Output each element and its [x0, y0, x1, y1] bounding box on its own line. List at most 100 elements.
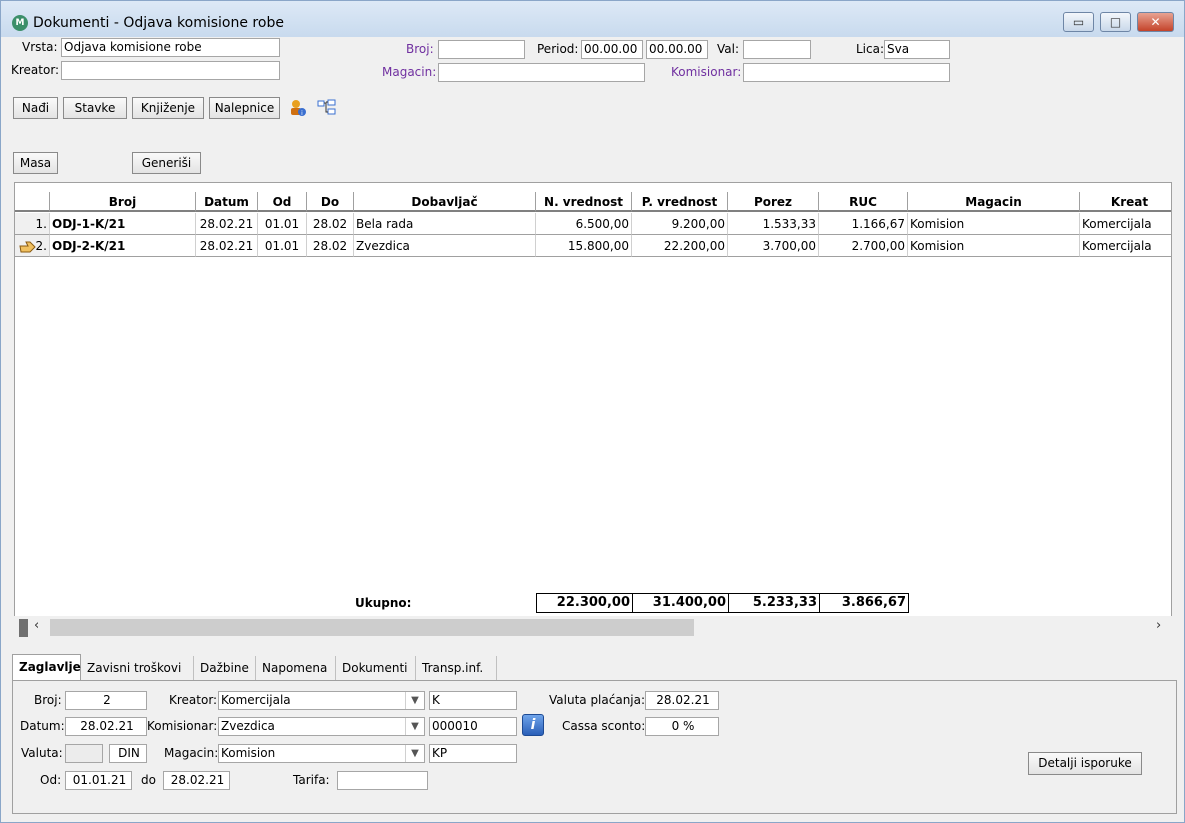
documents-grid: Broj Datum Od Do Dobavljač N. vrednost P…: [14, 182, 1172, 638]
do-label: do: [141, 773, 156, 787]
kreator-filter-field[interactable]: [61, 61, 280, 80]
komisionar-filter-label: Komisionar:: [671, 65, 742, 79]
col-header-broj[interactable]: Broj: [50, 192, 196, 212]
main-window: M Dokumenti - Odjava komisione robe ▭ □ …: [0, 0, 1185, 823]
valuta-field[interactable]: [65, 744, 103, 763]
cell-od: 01.01: [258, 235, 307, 257]
kreator-code-field[interactable]: K: [429, 691, 517, 710]
komisionar-filter-field[interactable]: [743, 63, 950, 82]
total-label: Ukupno:: [355, 596, 412, 610]
scroll-right-icon[interactable]: ›: [1156, 618, 1161, 633]
cell-datum: 28.02.21: [196, 213, 258, 235]
window-title: Dokumenti - Odjava komisione robe: [33, 15, 284, 31]
od-field[interactable]: 01.01.21: [65, 771, 132, 790]
minimize-button[interactable]: ▭: [1063, 12, 1094, 32]
col-header-ruc[interactable]: RUC: [819, 192, 908, 212]
datum-label: Datum:: [20, 719, 65, 733]
magacin-filter-field[interactable]: [438, 63, 645, 82]
col-header-p-vrednost[interactable]: P. vrednost: [632, 192, 728, 212]
cell-broj: ODJ-2-K/21: [50, 235, 196, 257]
komisionar-select-value: Zvezdica: [221, 719, 275, 733]
structure-icon[interactable]: [317, 98, 336, 117]
valuta-label: Valuta:: [21, 746, 63, 760]
current-row-pointer-icon: [19, 240, 37, 254]
col-header-dobavljac[interactable]: Dobavljač: [354, 192, 536, 212]
od-label: Od:: [40, 773, 62, 787]
scroll-thumb[interactable]: [50, 619, 694, 636]
tarifa-label: Tarifa:: [293, 773, 330, 787]
broj-field[interactable]: 2: [65, 691, 147, 710]
row-number: 1.: [15, 213, 50, 235]
nalepnice-button[interactable]: Nalepnice: [209, 97, 280, 119]
kreator-select[interactable]: Komercijala ▼: [218, 691, 425, 710]
user-info-icon[interactable]: i: [288, 98, 307, 117]
col-header-do[interactable]: Do: [307, 192, 354, 212]
komisionar-label: Komisionar:: [147, 719, 218, 733]
tab-napomena[interactable]: Napomena: [256, 656, 336, 680]
tab-transp-inf[interactable]: Transp.inf.: [416, 656, 497, 680]
datum-field[interactable]: 28.02.21: [65, 717, 147, 736]
period-from-field[interactable]: 00.00.00: [581, 40, 643, 59]
kreator-label: Kreator:: [169, 693, 218, 707]
broj-label: Broj:: [34, 693, 62, 707]
masa-button[interactable]: Masa: [13, 152, 58, 174]
cell-kreator: Komercijala: [1080, 235, 1171, 257]
info-icon[interactable]: i: [522, 714, 544, 736]
magacin-label: Magacin:: [164, 746, 219, 760]
magacin-code-field[interactable]: KP: [429, 744, 517, 763]
col-header-od[interactable]: Od: [258, 192, 307, 212]
broj-filter-field[interactable]: [438, 40, 525, 59]
row-header-corner: [15, 192, 50, 212]
cell-dobavljac: Bela rada: [354, 213, 536, 235]
cell-n-vrednost: 15.800,00: [536, 235, 632, 257]
komisionar-code-field[interactable]: 000010: [429, 717, 517, 736]
tab-zavisni-troskovi[interactable]: Zavisni troškovi: [81, 656, 194, 680]
do-field[interactable]: 28.02.21: [163, 771, 230, 790]
horizontal-scrollbar[interactable]: ‹ ›: [14, 616, 1172, 638]
komisionar-select[interactable]: Zvezdica ▼: [218, 717, 425, 736]
valuta-placanja-field[interactable]: 28.02.21: [645, 691, 719, 710]
title-bar: M Dokumenti - Odjava komisione robe ▭ □ …: [1, 1, 1184, 37]
detalji-isporuke-button[interactable]: Detalji isporuke: [1028, 752, 1142, 775]
tab-zaglavlje[interactable]: Zaglavlje: [12, 654, 81, 681]
lica-field[interactable]: Sva: [884, 40, 950, 59]
stavke-button[interactable]: Stavke: [63, 97, 127, 119]
tarifa-field[interactable]: [337, 771, 428, 790]
close-button[interactable]: ✕: [1137, 12, 1174, 32]
val-label: Val:: [717, 42, 740, 56]
kreator-select-value: Komercijala: [221, 693, 291, 707]
chevron-down-icon[interactable]: ▼: [405, 745, 424, 762]
maximize-button[interactable]: □: [1100, 12, 1131, 32]
cell-porez: 3.700,00: [728, 235, 819, 257]
vrsta-label: Vrsta:: [22, 40, 58, 54]
nadji-button[interactable]: Nađi: [13, 97, 58, 119]
app-icon: M: [12, 15, 28, 31]
val-field[interactable]: [743, 40, 811, 59]
magacin-select-value: Komision: [221, 746, 276, 760]
chevron-down-icon[interactable]: ▼: [405, 718, 424, 735]
col-header-datum[interactable]: Datum: [196, 192, 258, 212]
generisi-button[interactable]: Generiši: [132, 152, 201, 174]
valuta-placanja-label: Valuta plaćanja:: [549, 693, 646, 707]
valuta-code-field[interactable]: DIN: [109, 744, 147, 763]
col-header-magacin[interactable]: Magacin: [908, 192, 1080, 212]
scroll-left-icon[interactable]: ‹: [34, 618, 39, 633]
vrsta-field[interactable]: Odjava komisione robe: [61, 38, 280, 57]
cell-dobavljac: Zvezdica: [354, 235, 536, 257]
col-header-porez[interactable]: Porez: [728, 192, 819, 212]
col-header-n-vrednost[interactable]: N. vrednost: [536, 192, 632, 212]
magacin-select[interactable]: Komision ▼: [218, 744, 425, 763]
total-ruc: 3.866,67: [819, 593, 909, 613]
cassa-sconto-label: Cassa sconto:: [562, 719, 646, 733]
cell-p-vrednost: 22.200,00: [632, 235, 728, 257]
period-to-field[interactable]: 00.00.00: [646, 40, 708, 59]
col-header-kreator[interactable]: Kreat: [1080, 192, 1171, 212]
tab-dazbine[interactable]: Dažbine: [194, 656, 256, 680]
chevron-down-icon[interactable]: ▼: [405, 692, 424, 709]
cell-n-vrednost: 6.500,00: [536, 213, 632, 235]
total-porez: 5.233,33: [728, 593, 820, 613]
cell-ruc: 1.166,67: [819, 213, 908, 235]
knjizenje-button[interactable]: Knjiženje: [132, 97, 204, 119]
tab-dokumenti[interactable]: Dokumenti: [336, 656, 416, 680]
cassa-sconto-field[interactable]: 0 %: [645, 717, 719, 736]
